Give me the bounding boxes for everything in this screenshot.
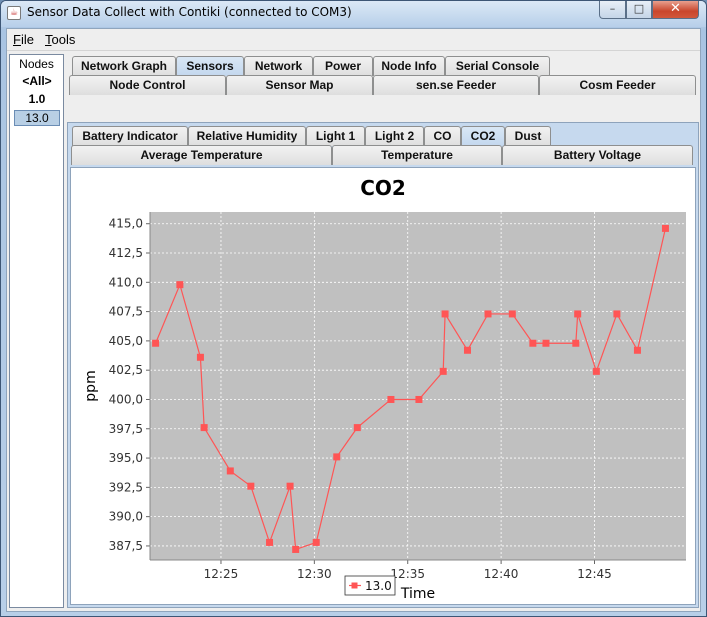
data-point <box>286 482 294 490</box>
tab-node-info[interactable]: Node Info <box>373 56 445 76</box>
sensors-tab-content: Battery Indicator Relative Humidity Ligh… <box>67 122 699 608</box>
y-tick-label: 405,0 <box>109 334 143 348</box>
subtab-battery-indicator[interactable]: Battery Indicator <box>72 126 188 146</box>
data-point <box>312 538 320 546</box>
tab-power[interactable]: Power <box>313 56 373 76</box>
chart-title: CO2 <box>360 176 406 200</box>
x-tick-label: 12:35 <box>390 567 425 581</box>
co2-chart: CO2 387,5 390,0 392,5 395,0 397,5 400,0 402,5 4… <box>83 176 686 602</box>
java-app-icon: ☕ <box>7 6 21 20</box>
data-point <box>247 482 255 490</box>
y-tick-label: 412,5 <box>109 246 143 260</box>
chart-legend: 13.0 <box>344 575 396 596</box>
subtab-co[interactable]: CO <box>424 126 461 146</box>
data-point <box>441 310 449 318</box>
data-point <box>592 367 600 375</box>
data-point <box>226 467 234 475</box>
x-tick-label: 12:40 <box>484 567 519 581</box>
co2-chart-panel: CO2 387,5 390,0 392,5 395,0 397,5 400,0 402,5 4… <box>70 167 696 605</box>
minimize-button[interactable]: – <box>599 1 626 19</box>
data-point <box>266 538 274 546</box>
tab-sense-feeder[interactable]: sen.se Feeder <box>373 75 539 95</box>
y-tick-label: 395,0 <box>109 451 143 465</box>
subtab-average-temperature[interactable]: Average Temperature <box>71 145 332 165</box>
title-bar[interactable]: ☕ Sensor Data Collect with Contiki (conn… <box>1 1 706 27</box>
close-button[interactable]: ✕ <box>652 1 699 19</box>
subtab-light-1[interactable]: Light 1 <box>306 126 365 146</box>
y-axis-label: ppm <box>83 370 99 401</box>
menu-tools[interactable]: Tools <box>45 32 75 47</box>
data-point <box>661 224 669 232</box>
tab-sensor-map[interactable]: Sensor Map <box>226 75 373 95</box>
data-point <box>633 346 641 354</box>
data-point <box>463 346 471 354</box>
menu-bar: File Tools <box>7 29 700 51</box>
data-point <box>152 339 160 347</box>
nodes-heading: Nodes <box>19 57 54 71</box>
y-tick-label: 400,0 <box>109 392 143 406</box>
tab-network[interactable]: Network <box>244 56 313 76</box>
y-tick-label: 410,0 <box>109 275 143 289</box>
node-item-all[interactable]: <All> <box>14 74 60 90</box>
data-point <box>353 424 361 432</box>
x-tick-label: 12:30 <box>297 567 332 581</box>
data-point <box>508 310 516 318</box>
subtab-relative-humidity[interactable]: Relative Humidity <box>188 126 306 146</box>
tab-cosm-feeder[interactable]: Cosm Feeder <box>539 75 696 95</box>
plot-area <box>150 212 686 560</box>
legend-label: 13.0 <box>365 579 392 593</box>
data-point <box>333 453 341 461</box>
menu-file-mnemonic: F <box>13 32 21 47</box>
y-tick-label: 415,0 <box>109 217 143 231</box>
tab-serial-console[interactable]: Serial Console <box>445 56 550 76</box>
menu-file[interactable]: File <box>13 32 34 47</box>
data-point <box>572 339 580 347</box>
window-title: Sensor Data Collect with Contiki (connec… <box>27 5 352 19</box>
tab-node-control[interactable]: Node Control <box>69 75 226 95</box>
y-tick-label: 387,5 <box>109 539 143 553</box>
data-point <box>415 395 423 403</box>
maximize-button[interactable]: □ <box>626 1 652 19</box>
application-window: ☕ Sensor Data Collect with Contiki (conn… <box>0 0 707 617</box>
data-point <box>196 353 204 361</box>
data-point <box>176 281 184 289</box>
subtab-dust[interactable]: Dust <box>505 126 551 146</box>
data-point <box>484 310 492 318</box>
tab-sensors[interactable]: Sensors <box>176 56 244 76</box>
nodes-list-panel: Nodes <All> 1.0 13.0 <box>9 54 64 608</box>
subtab-temperature[interactable]: Temperature <box>332 145 502 165</box>
tab-network-graph[interactable]: Network Graph <box>72 56 176 76</box>
data-point <box>387 395 395 403</box>
node-item-1-0[interactable]: 1.0 <box>14 92 60 108</box>
x-tick-label: 12:25 <box>204 567 239 581</box>
main-tab-panel: Network Graph Sensors Network Power Node… <box>67 54 699 608</box>
data-point <box>292 545 300 553</box>
y-tick-label: 397,5 <box>109 422 143 436</box>
x-axis-label: Time <box>400 586 435 602</box>
x-tick-label: 12:45 <box>577 567 612 581</box>
node-item-13-0[interactable]: 13.0 <box>14 110 60 126</box>
menu-tools-label: ools <box>51 32 76 47</box>
subtab-light-2[interactable]: Light 2 <box>365 126 424 146</box>
menu-file-label: ile <box>20 32 34 47</box>
data-point <box>574 310 582 318</box>
data-point <box>613 310 621 318</box>
data-point <box>529 339 537 347</box>
data-point <box>542 339 550 347</box>
client-area: File Tools Nodes <All> 1.0 13.0 Network … <box>6 28 701 612</box>
subtab-battery-voltage[interactable]: Battery Voltage <box>502 145 693 165</box>
data-point <box>439 367 447 375</box>
subtab-co2[interactable]: CO2 <box>461 126 505 146</box>
y-tick-label: 392,5 <box>109 480 143 494</box>
y-tick-label: 407,5 <box>109 305 143 319</box>
legend-marker <box>351 582 358 589</box>
y-tick-label: 390,0 <box>109 510 143 524</box>
y-tick-label: 402,5 <box>109 363 143 377</box>
data-point <box>200 424 208 432</box>
